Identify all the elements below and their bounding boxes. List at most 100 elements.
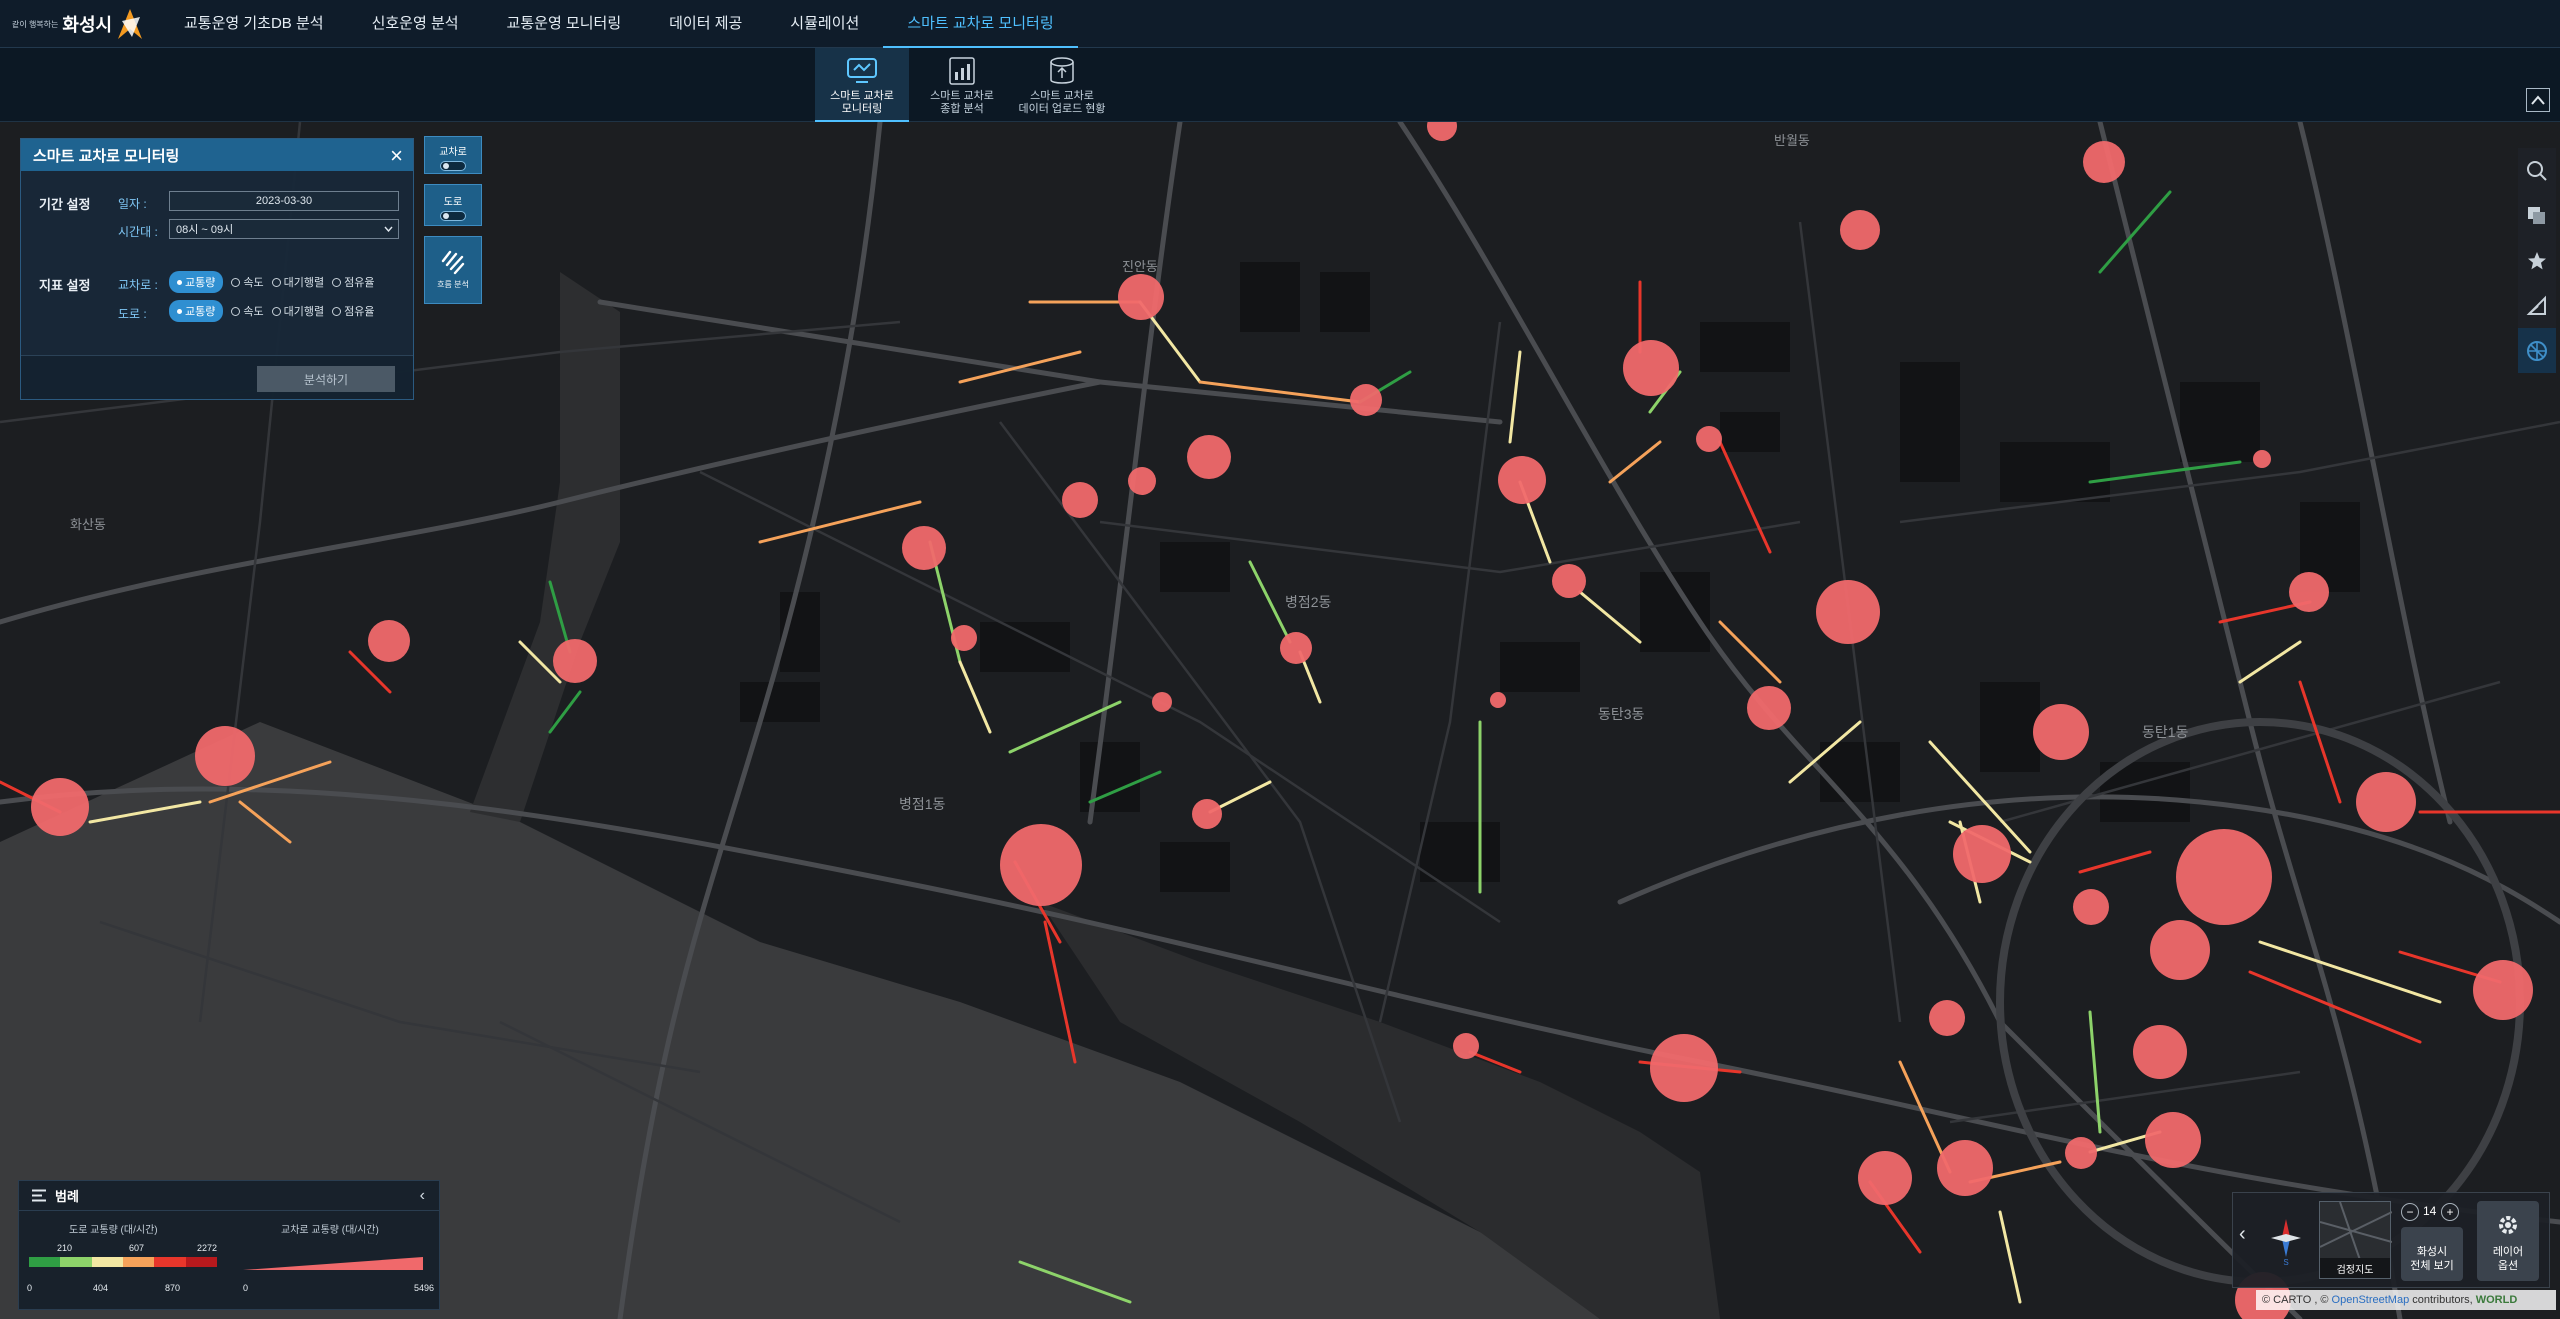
submenu-upload-line2: 데이터 업로드 현황 [1018, 103, 1106, 115]
road-option-queue[interactable]: 대기행렬 [272, 303, 324, 319]
intersection-tick-min: 0 [243, 1283, 249, 1293]
basemap-thumbnail[interactable]: 검정지도 [2319, 1201, 2393, 1279]
road-option-speed[interactable]: 속도 [231, 303, 263, 319]
toolbar-intersection-button[interactable] [2518, 328, 2556, 373]
road-legend-title: 도로 교통량 (대/시간) [69, 1225, 158, 1236]
time-select-value: 08시 ~ 09시 [176, 224, 234, 236]
zoom-level: 14 [2423, 1204, 2437, 1218]
chevron-up-icon [2531, 95, 2545, 105]
road-tick-bottom-1: 0 [27, 1283, 33, 1293]
attribution-osm-link[interactable]: OpenStreetMap [2332, 1294, 2410, 1306]
right-toolbar [2518, 148, 2556, 373]
map-legend: 범례 ‹ 도로 교통량 (대/시간) 210 607 2272 0 404 87… [18, 1180, 440, 1310]
map-label-dongtan3: 동탄3동 [1598, 706, 1645, 722]
intersection-network-icon [2527, 340, 2547, 361]
time-select[interactable]: 08시 ~ 09시 [169, 219, 399, 239]
layer-options-line2: 옵션 [2497, 1260, 2519, 1272]
submenu-monitoring[interactable]: 스마트 교차로 모니터링 [815, 48, 909, 122]
road-color-segment [29, 1257, 61, 1267]
submenu-monitoring-line2: 모니터링 [841, 103, 883, 115]
sub-navigation-bar: 스마트 교차로 모니터링 스마트 교차로 종합 분석 스마트 교차로 데이터 업… [0, 48, 2560, 122]
search-icon [2527, 160, 2547, 181]
flow-analysis-button[interactable]: 흐름 분석 [424, 236, 482, 304]
date-input[interactable]: 2023-03-30 [169, 191, 399, 211]
map-label-banwol: 반월동 [1774, 133, 1810, 148]
intersection-indicator-label: 교차로 : [118, 278, 158, 292]
collapse-header-button[interactable] [2526, 88, 2550, 112]
view-all-line2: 전체 보기 [2410, 1260, 2454, 1272]
road-tick-top-1: 210 [57, 1243, 73, 1253]
layers-copy-icon [2528, 206, 2545, 224]
intersection-option-queue[interactable]: 대기행렬 [272, 274, 324, 290]
road-layer-switch[interactable] [440, 211, 466, 221]
submenu-analysis-line2: 종합 분석 [940, 103, 984, 115]
intersection-option-speed[interactable]: 속도 [231, 274, 263, 290]
road-color-segment [60, 1257, 92, 1267]
intersection-option-occupancy[interactable]: 점유율 [332, 274, 374, 290]
legend-title: 범례 [55, 1189, 79, 1204]
menu-data-provision[interactable]: 데이터 제공 [645, 0, 766, 48]
city-logo[interactable]: 같이 행복하는 화성시 [12, 4, 144, 44]
monitor-icon [847, 58, 877, 83]
top-navigation-bar: 같이 행복하는 화성시 교통운영 기초DB 분석 신호운영 분석 교통운영 모니… [0, 0, 2560, 48]
road-indicator-label: 도로 : [118, 307, 147, 321]
road-color-segment [122, 1257, 155, 1267]
map-label-hwasan: 화산동 [70, 517, 106, 532]
legend-collapse-icon[interactable]: ‹ [420, 1187, 425, 1205]
intersection-layer-toggle[interactable]: 교차로 [424, 136, 482, 174]
analysis-chart-icon [949, 57, 975, 85]
attribution-contributors: contributors, [2412, 1294, 2473, 1306]
menu-signal-analysis[interactable]: 신호운영 분석 [348, 0, 483, 48]
map-label-dongtan1: 동탄1동 [2142, 724, 2189, 740]
toolbar-layers-button[interactable] [2518, 193, 2556, 238]
indicator-section-title: 지표 설정 [39, 278, 91, 293]
layer-options-button[interactable]: 레이어 옵션 [2477, 1201, 2539, 1281]
view-all-button[interactable]: 화성시 전체 보기 [2401, 1227, 2463, 1281]
map-attribution: © CARTO , © OpenStreetMap contributors, … [2256, 1290, 2556, 1310]
layer-options-line1: 레이어 [2492, 1246, 2524, 1258]
date-label: 일자 : [118, 197, 147, 211]
panel-header: 스마트 교차로 모니터링 [21, 139, 413, 171]
app-root: 반월동 진안동 화산동 병점2동 병점1동 동탄3동 동탄1동 같이 행복하는 … [0, 0, 2560, 1319]
monitoring-panel: 스마트 교차로 모니터링 × 기간 설정 일자 : 2023-03-30 시간대… [20, 138, 414, 400]
attribution-copyright: © CARTO , © [2262, 1294, 2329, 1306]
menu-simulation[interactable]: 시뮬레이션 [766, 0, 883, 48]
intersection-layer-label: 교차로 [439, 147, 467, 158]
panel-footer: 분석하기 [21, 355, 413, 399]
submenu-upload[interactable]: 스마트 교차로 데이터 업로드 현황 [1015, 48, 1109, 122]
submenu-analysis[interactable]: 스마트 교차로 종합 분석 [915, 48, 1009, 122]
road-color-segment [154, 1257, 186, 1267]
period-section-title: 기간 설정 [39, 197, 91, 212]
analyze-button[interactable]: 분석하기 [257, 366, 395, 392]
intersection-size-scale [243, 1257, 423, 1270]
toolbar-search-button[interactable] [2518, 148, 2556, 193]
toolbar-measure-button[interactable] [2518, 283, 2556, 328]
road-color-segment [185, 1257, 217, 1267]
map-control-collapse-button[interactable]: ‹ [2239, 1223, 2246, 1246]
road-tick-top-3: 2272 [197, 1243, 218, 1253]
menu-traffic-db[interactable]: 교통운영 기초DB 분석 [160, 0, 348, 48]
menu-smart-intersection[interactable]: 스마트 교차로 모니터링 [883, 0, 1078, 48]
menu-traffic-monitoring[interactable]: 교통운영 모니터링 [483, 0, 646, 48]
zoom-in-button[interactable]: + [2441, 1203, 2459, 1221]
compass-icon[interactable]: S [2269, 1217, 2303, 1267]
road-tick-bottom-2: 404 [93, 1283, 109, 1293]
ruler-icon [2526, 295, 2546, 315]
road-option-volume[interactable]: 교통량 [169, 300, 224, 322]
toolbar-favorite-button[interactable] [2518, 238, 2556, 283]
flow-analysis-icon [441, 250, 465, 275]
time-label: 시간대 : [118, 225, 158, 239]
submenu-analysis-line1: 스마트 교차로 [930, 90, 994, 102]
road-layer-toggle[interactable]: 도로 [424, 184, 482, 226]
database-upload-icon [1050, 57, 1074, 84]
panel-title: 스마트 교차로 모니터링 [33, 147, 180, 165]
road-tick-top-2: 607 [129, 1243, 145, 1253]
panel-close-icon[interactable]: × [390, 143, 403, 169]
zoom-out-button[interactable]: − [2401, 1203, 2419, 1221]
intersection-layer-switch[interactable] [440, 161, 466, 171]
legend-header: 범례 [19, 1181, 439, 1211]
city-emblem-icon [118, 9, 143, 39]
road-option-occupancy[interactable]: 점유율 [332, 303, 374, 319]
submenu-monitoring-line1: 스마트 교차로 [830, 90, 894, 102]
intersection-option-volume[interactable]: 교통량 [169, 271, 224, 293]
